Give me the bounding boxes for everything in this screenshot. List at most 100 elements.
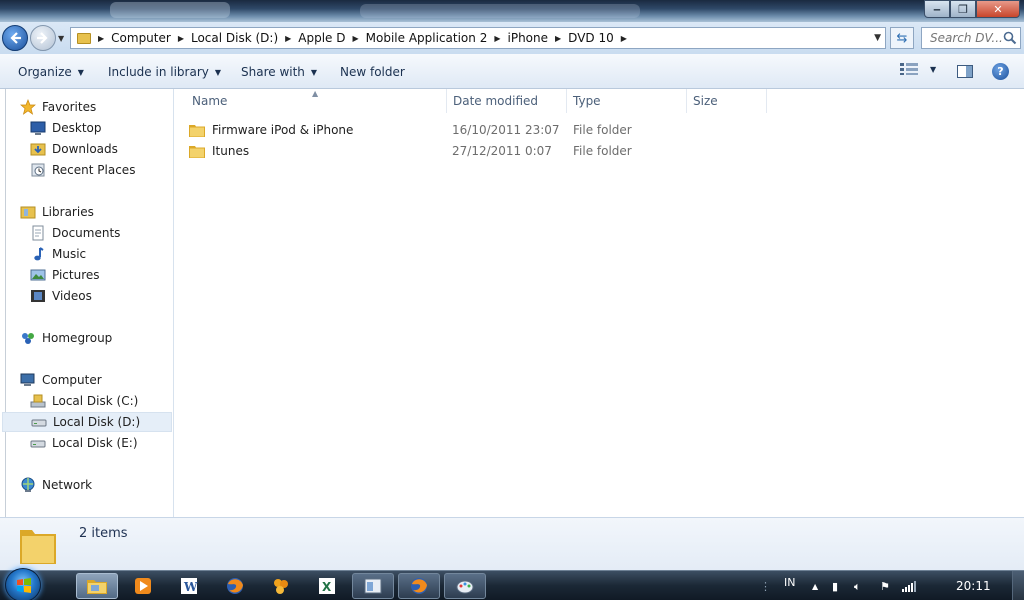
column-header-type-label: Type <box>573 94 601 108</box>
breadcrumb-iphone[interactable]: iPhone <box>508 31 549 45</box>
show-hidden-icons-icon[interactable]: ▲ <box>812 582 818 591</box>
desktop-icon <box>30 121 46 135</box>
new-folder-button[interactable]: New folder <box>340 65 405 79</box>
nav-network-label: Network <box>42 478 93 492</box>
nav-music[interactable]: Music <box>30 244 86 264</box>
folder-icon <box>189 124 205 137</box>
nav-local-disk-c[interactable]: Local Disk (C:) <box>30 391 138 411</box>
recent-places-icon <box>31 163 45 177</box>
taskbar-excel[interactable]: X <box>306 573 348 599</box>
firefox-icon <box>411 578 427 594</box>
file-list: Name ▲ Date modified Type Size Firmware … <box>175 89 1024 517</box>
breadcrumb-arrow-icon[interactable]: ▶ <box>98 34 104 43</box>
search-box[interactable] <box>921 27 1021 49</box>
paint-icon <box>456 580 474 594</box>
list-item[interactable]: Itunes 27/12/2011 0:07 File folder <box>189 140 789 161</box>
organize-menu[interactable]: Organize ▼ <box>18 65 84 79</box>
change-view-button[interactable]: ▼ <box>900 63 936 75</box>
share-with-menu[interactable]: Share with ▼ <box>241 65 317 79</box>
taskbar-app-orange[interactable] <box>260 573 302 599</box>
file-name: Itunes <box>212 143 250 158</box>
search-icon[interactable] <box>1003 31 1017 45</box>
nav-downloads[interactable]: Downloads <box>30 139 118 159</box>
nav-pictures[interactable]: Pictures <box>30 265 100 285</box>
help-icon[interactable]: ? <box>992 63 1009 80</box>
nav-homegroup[interactable]: Homegroup <box>20 328 112 348</box>
nav-local-disk-d[interactable]: Local Disk (D:) <box>2 412 172 432</box>
recent-pages-dropdown[interactable]: ▼ <box>58 34 64 43</box>
maximize-button[interactable]: ❐ <box>950 0 976 18</box>
firefox-icon <box>227 578 243 594</box>
taskbar-firefox[interactable] <box>214 573 256 599</box>
nav-favorites-label: Favorites <box>42 100 97 114</box>
breadcrumb-dvd-10[interactable]: DVD 10 <box>568 31 614 45</box>
column-header-date-label: Date modified <box>453 94 539 108</box>
power-icon[interactable]: ▮ <box>832 580 838 593</box>
back-button[interactable] <box>2 25 28 51</box>
nav-documents[interactable]: Documents <box>30 223 120 243</box>
taskbar-explorer[interactable] <box>76 573 118 599</box>
column-header-size[interactable]: Size <box>687 89 767 113</box>
taskbar-firefox-window[interactable] <box>398 573 440 599</box>
nav-network[interactable]: Network <box>20 475 92 495</box>
network-signal-icon[interactable] <box>902 581 916 592</box>
title-blur <box>110 2 230 18</box>
star-icon <box>20 99 36 115</box>
taskbar-word[interactable]: W <box>168 573 210 599</box>
preview-pane-icon[interactable] <box>957 65 973 78</box>
nav-computer[interactable]: Computer <box>20 370 102 390</box>
list-item[interactable]: Firmware iPod & iPhone 16/10/2011 23:07 … <box>189 119 789 140</box>
search-input[interactable] <box>930 31 1010 45</box>
breadcrumb-arrow-icon[interactable]: ▶ <box>555 34 561 43</box>
breadcrumb-arrow-icon[interactable]: ▶ <box>285 34 291 43</box>
navigation-pane: Favorites Desktop Downloads Recent Place… <box>0 89 174 517</box>
breadcrumb-arrow-icon[interactable]: ▶ <box>621 34 627 43</box>
column-header-type[interactable]: Type <box>567 89 687 113</box>
include-in-library-menu[interactable]: Include in library ▼ <box>108 65 221 79</box>
nav-local-disk-e[interactable]: Local Disk (E:) <box>30 433 138 453</box>
clock[interactable]: 20:11 <box>956 579 991 593</box>
refresh-button[interactable]: ⇆ <box>890 27 914 49</box>
sort-ascending-icon: ▲ <box>312 89 319 98</box>
breadcrumb-arrow-icon[interactable]: ▶ <box>494 34 500 43</box>
volume-icon[interactable]: 🔈︎ <box>854 580 861 594</box>
taskbar-media-player[interactable] <box>122 573 164 599</box>
chevron-down-icon[interactable]: ▼ <box>930 65 936 74</box>
close-button[interactable]: ✕ <box>976 0 1020 18</box>
forward-button[interactable] <box>30 25 56 51</box>
nav-recent-places-label: Recent Places <box>52 163 136 177</box>
address-history-dropdown[interactable]: ▼ <box>874 33 881 43</box>
breadcrumb-local-disk-d[interactable]: Local Disk (D:) <box>191 31 278 45</box>
show-desktop-button[interactable] <box>1012 571 1024 600</box>
nav-libraries[interactable]: Libraries <box>20 202 94 222</box>
breadcrumb-arrow-icon[interactable]: ▶ <box>178 34 184 43</box>
breadcrumb-arrow-icon[interactable]: ▶ <box>353 34 359 43</box>
nav-favorites[interactable]: Favorites <box>20 97 96 117</box>
nav-recent-places[interactable]: Recent Places <box>30 160 135 180</box>
breadcrumb-computer[interactable]: Computer <box>111 31 171 45</box>
address-bar[interactable]: ▶ Computer ▶ Local Disk (D:) ▶ Apple D ▶… <box>70 27 886 49</box>
nav-music-label: Music <box>52 247 87 261</box>
downloads-icon <box>30 143 46 156</box>
taskbar: W X ⋮ IN ▲ ▮ 🔈︎ ⚑ 20:11 <box>0 568 1024 600</box>
folder-icon <box>189 145 205 158</box>
start-button[interactable] <box>5 568 41 600</box>
nav-desktop[interactable]: Desktop <box>30 118 102 138</box>
minimize-button[interactable]: ‒ <box>924 0 950 18</box>
action-center-flag-icon[interactable]: ⚑ <box>880 580 890 593</box>
taskbar-window-switcher[interactable] <box>352 573 394 599</box>
drive-icon <box>30 440 46 448</box>
videos-icon <box>31 290 45 302</box>
breadcrumb-mobile-application-2[interactable]: Mobile Application 2 <box>366 31 488 45</box>
language-indicator[interactable]: IN <box>784 576 795 589</box>
file-name: Firmware iPod & iPhone <box>212 122 354 137</box>
system-drive-icon <box>30 394 46 408</box>
nav-scrollbar[interactable] <box>0 89 6 517</box>
breadcrumb-apple-d[interactable]: Apple D <box>298 31 345 45</box>
nav-local-disk-c-label: Local Disk (C:) <box>52 394 139 408</box>
pictures-icon <box>30 269 46 281</box>
column-header-date-modified[interactable]: Date modified <box>447 89 567 113</box>
date-modified: 16/10/2011 23:07 <box>452 122 560 137</box>
taskbar-paint[interactable] <box>444 573 486 599</box>
nav-videos[interactable]: Videos <box>30 286 92 306</box>
